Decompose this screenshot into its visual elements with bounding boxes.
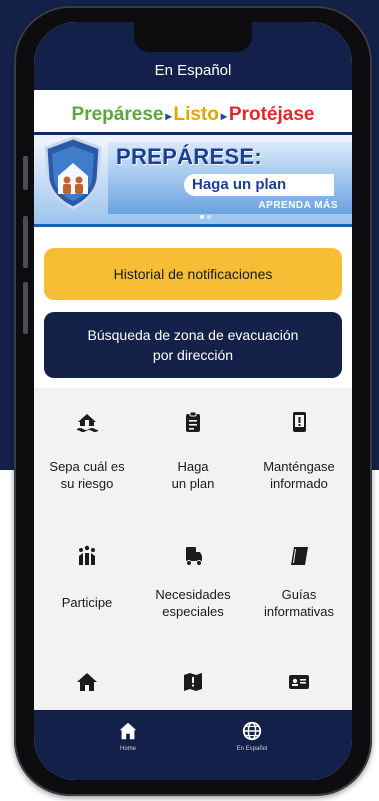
volume-up-button	[23, 216, 28, 268]
map-alert-icon	[184, 673, 202, 691]
tile-label-line2: especiales	[162, 604, 224, 619]
banner-headline: Prepárese ▸ Listo ▸ Protéjase	[34, 98, 352, 135]
people-icon	[79, 545, 95, 565]
evacuation-zone-search-button[interactable]: Búsqueda de zona de evacuación por direc…	[44, 312, 342, 378]
evac-search-label-2: por dirección	[152, 347, 234, 363]
feature-grid: Sepa cuál es su riesgo Haga un plan Mant…	[34, 388, 352, 710]
tile-label-line1: Participe	[61, 595, 113, 610]
clipboard-icon	[186, 411, 200, 432]
learn-more-link[interactable]: APRENDA MÁS	[258, 200, 338, 211]
volume-down-button	[23, 282, 28, 334]
globe-icon	[242, 721, 262, 741]
tile-home[interactable]	[34, 670, 140, 694]
headline-word-3: Protéjase	[228, 104, 315, 125]
phone-notch	[134, 22, 252, 52]
notification-history-button[interactable]: Historial de notificaciones	[44, 248, 342, 300]
tile-id-card[interactable]	[246, 670, 352, 694]
headline-word-1: Prepárese	[71, 104, 164, 125]
home-icon	[119, 722, 137, 740]
tile-label-line1: Sepa cuál es	[49, 459, 125, 474]
tile-special-needs[interactable]: Necesidades especiales	[140, 544, 246, 620]
tile-label-line2: informativas	[263, 604, 335, 619]
home-icon	[77, 673, 97, 691]
tile-label-line2: un plan	[171, 476, 215, 491]
carousel-dots	[200, 206, 214, 224]
book-icon	[291, 547, 308, 565]
tile-label-line2: informado	[270, 476, 328, 491]
tile-label-line1: Haga	[177, 459, 209, 474]
house-flood-icon	[77, 414, 98, 432]
mute-button	[23, 156, 28, 190]
arrow-icon: ▸	[165, 109, 172, 123]
tile-label-line1: Necesidades	[155, 587, 231, 602]
page-title[interactable]: En Español	[34, 62, 352, 79]
tab-home[interactable]: Home	[78, 720, 178, 752]
slide-subtitle: Haga un plan	[184, 174, 334, 196]
app-screen: En Español Prepárese ▸ Listo ▸ Protéjase PRE…	[34, 22, 352, 780]
headline-word-2: Listo	[173, 104, 219, 125]
tile-participate[interactable]: Participe	[34, 544, 140, 611]
promo-banner[interactable]: Prepárese ▸ Listo ▸ Protéjase PREPÁRESE: Hag…	[34, 94, 352, 227]
bottom-tab-bar: Home En Español	[34, 710, 352, 780]
tile-make-plan[interactable]: Haga un plan	[140, 410, 246, 492]
tile-map-alert[interactable]	[140, 670, 246, 694]
phone-alert-icon	[293, 412, 306, 432]
tile-label-line1: Guías	[281, 587, 317, 602]
truck-icon	[186, 547, 202, 566]
tile-info-guides[interactable]: Guías informativas	[246, 544, 352, 620]
tile-stay-informed[interactable]: Manténgase informado	[246, 410, 352, 492]
tab-spanish-label: En Español	[236, 746, 268, 752]
id-card-icon	[289, 675, 309, 689]
evac-search-label-1: Búsqueda de zona de evacuación	[87, 327, 299, 343]
arrow-icon: ▸	[220, 109, 227, 123]
family-shield-icon	[44, 136, 102, 210]
tile-label-line1: Manténgase	[263, 459, 335, 474]
tile-label-line2: su riesgo	[60, 476, 114, 491]
tab-spanish[interactable]: En Español	[202, 720, 302, 752]
slide-title: PREPÁRESE:	[116, 144, 263, 169]
tab-home-label: Home	[119, 746, 136, 752]
tile-know-risk[interactable]: Sepa cuál es su riesgo	[34, 410, 140, 492]
